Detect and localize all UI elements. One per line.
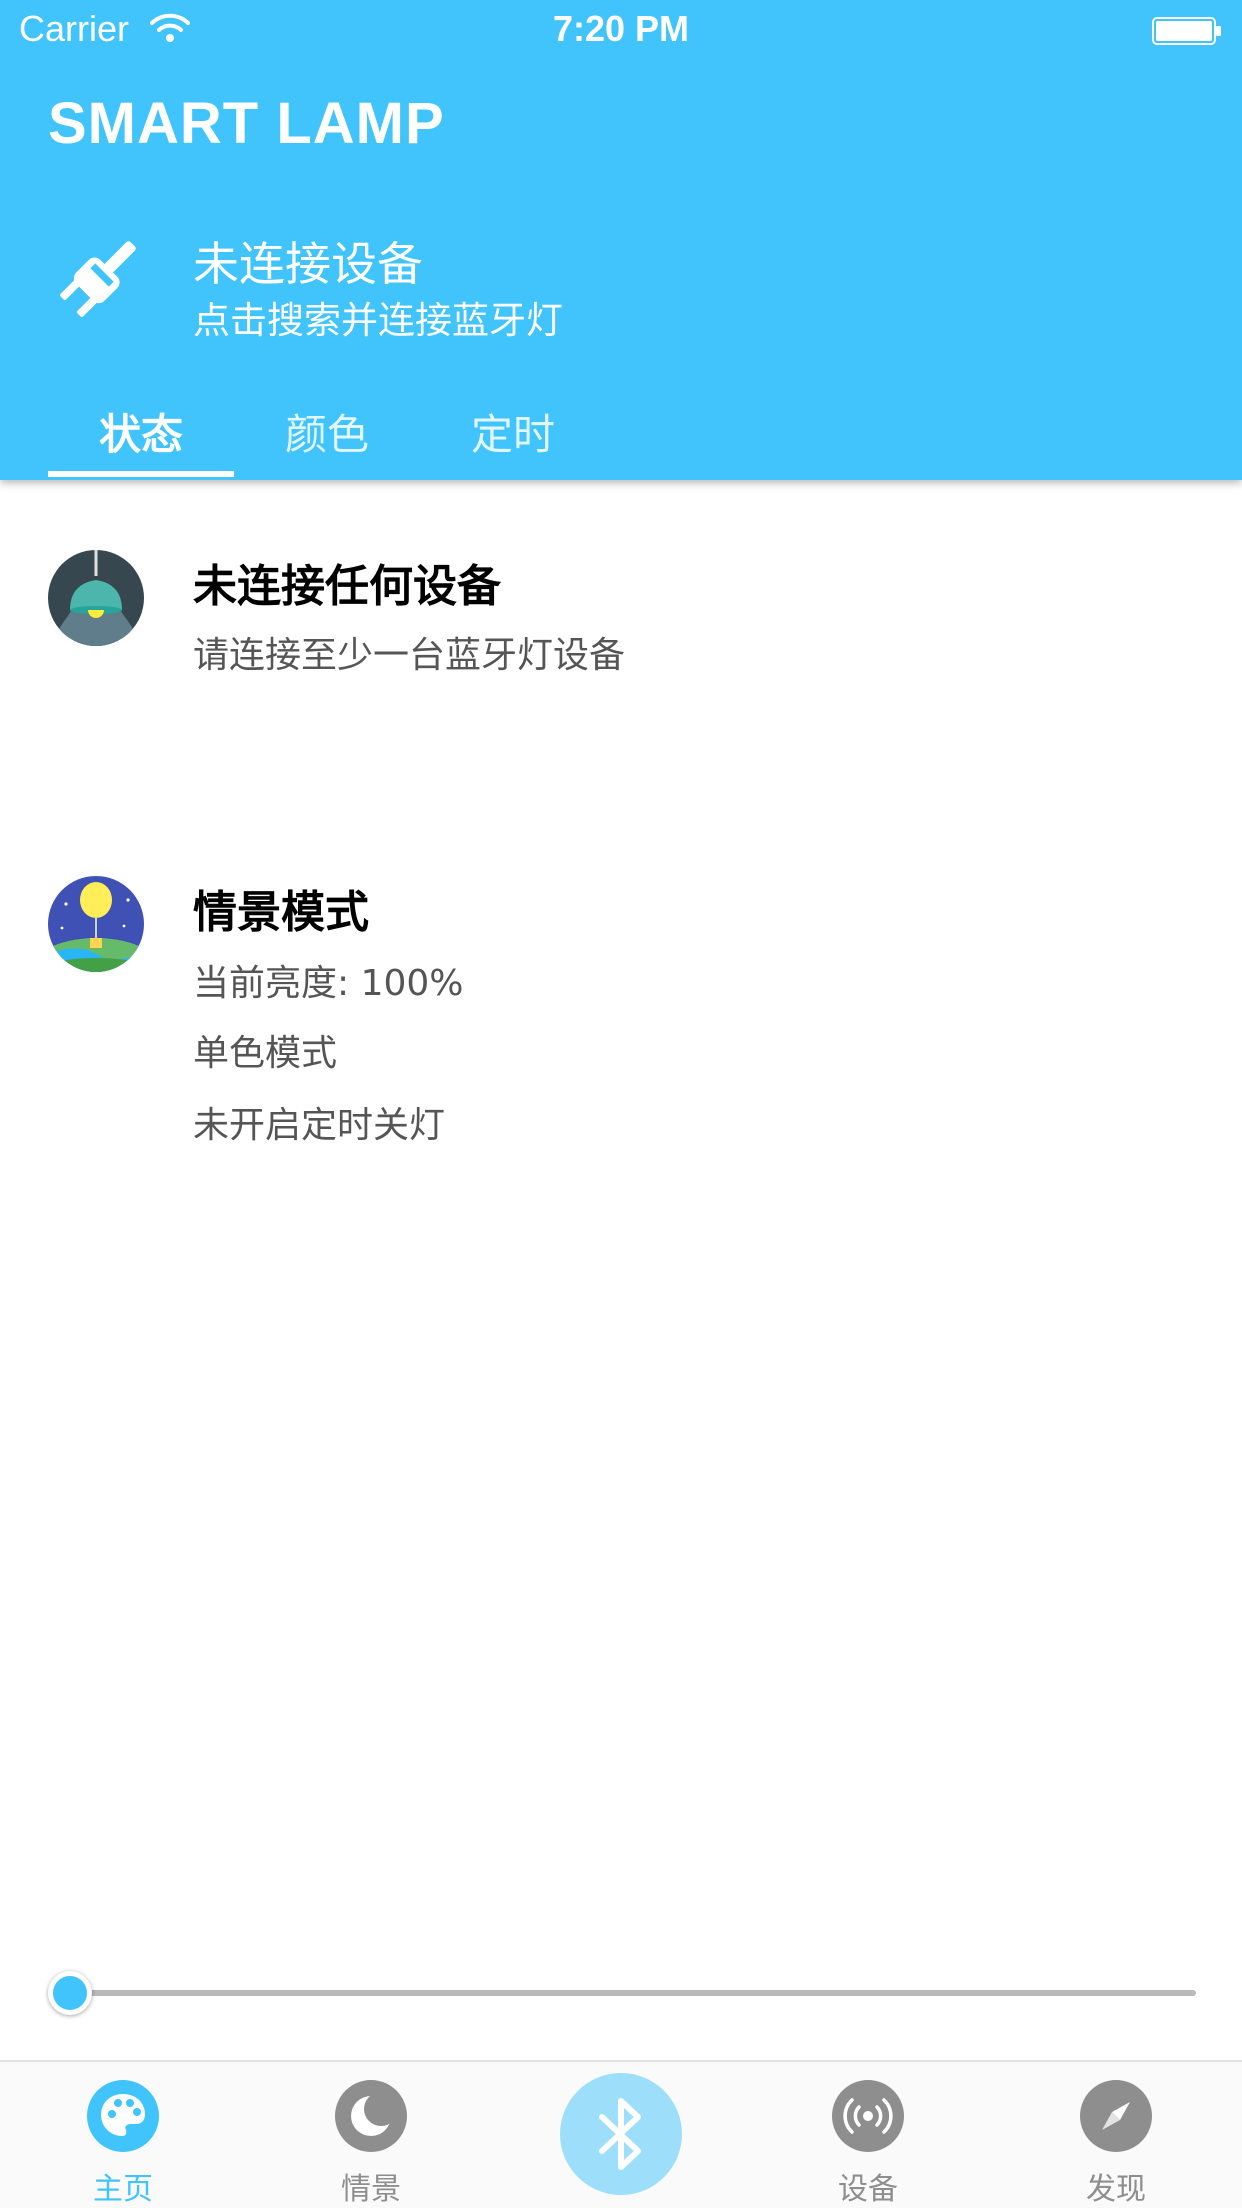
plug-icon[interactable] (50, 235, 142, 327)
tab-status[interactable]: 状态 (48, 395, 234, 480)
scene-color-mode: 单色模式 (193, 1033, 338, 1074)
app-title: SMART LAMP (48, 91, 445, 156)
device-status-title: 未连接任何设备 (193, 561, 501, 612)
connection-title[interactable]: 未连接设备 (193, 228, 423, 294)
connection-subtitle[interactable]: 点击搜索并连接蓝牙灯 (193, 290, 563, 344)
compass-icon (1080, 2080, 1152, 2152)
device-status-description: 请连接至少一台蓝牙灯设备 (193, 635, 626, 676)
broadcast-icon (832, 2080, 904, 2152)
bluetooth-button[interactable] (560, 2073, 682, 2195)
tabbar-device[interactable]: 设备 (788, 2080, 948, 2208)
lamp-icon (48, 550, 144, 646)
moon-icon (335, 2080, 407, 2152)
scene-timer-status: 未开启定时关灯 (193, 1105, 446, 1146)
tabbar-discover-label: 发现 (1086, 2172, 1146, 2207)
tabbar-discover[interactable]: 发现 (1036, 2080, 1196, 2208)
tab-color-label: 颜色 (284, 410, 369, 459)
tab-indicator (48, 471, 234, 477)
status-bar: Carrier 7:20 PM (0, 0, 1242, 62)
tab-timer-label: 定时 (470, 410, 555, 459)
slider-track[interactable] (66, 1990, 1196, 1996)
tab-color[interactable]: 颜色 (234, 395, 420, 480)
tabbar-scene[interactable]: 情景 (291, 2080, 451, 2208)
tab-status-label: 状态 (98, 410, 183, 459)
slider-thumb[interactable] (48, 1971, 92, 2015)
bluetooth-icon (599, 2098, 641, 2170)
battery-icon (1152, 17, 1221, 45)
tabbar-device-label: 设备 (838, 2172, 898, 2207)
tabbar-home[interactable]: 主页 (43, 2080, 203, 2208)
app-header: Carrier 7:20 PM SMART LAMP 未连接设备 点击搜索并连接… (0, 0, 1242, 480)
scene-mode-title: 情景模式 (193, 887, 369, 938)
brightness-slider[interactable] (48, 1968, 1196, 2018)
tabbar-home-label: 主页 (93, 2172, 153, 2207)
palette-icon (87, 2080, 159, 2152)
tab-timer[interactable]: 定时 (420, 395, 606, 480)
scene-brightness: 当前亮度: 100% (193, 963, 464, 1004)
status-time: 7:20 PM (552, 8, 690, 49)
balloon-scene-icon (48, 876, 144, 972)
tabbar-scene-label: 情景 (341, 2172, 401, 2207)
